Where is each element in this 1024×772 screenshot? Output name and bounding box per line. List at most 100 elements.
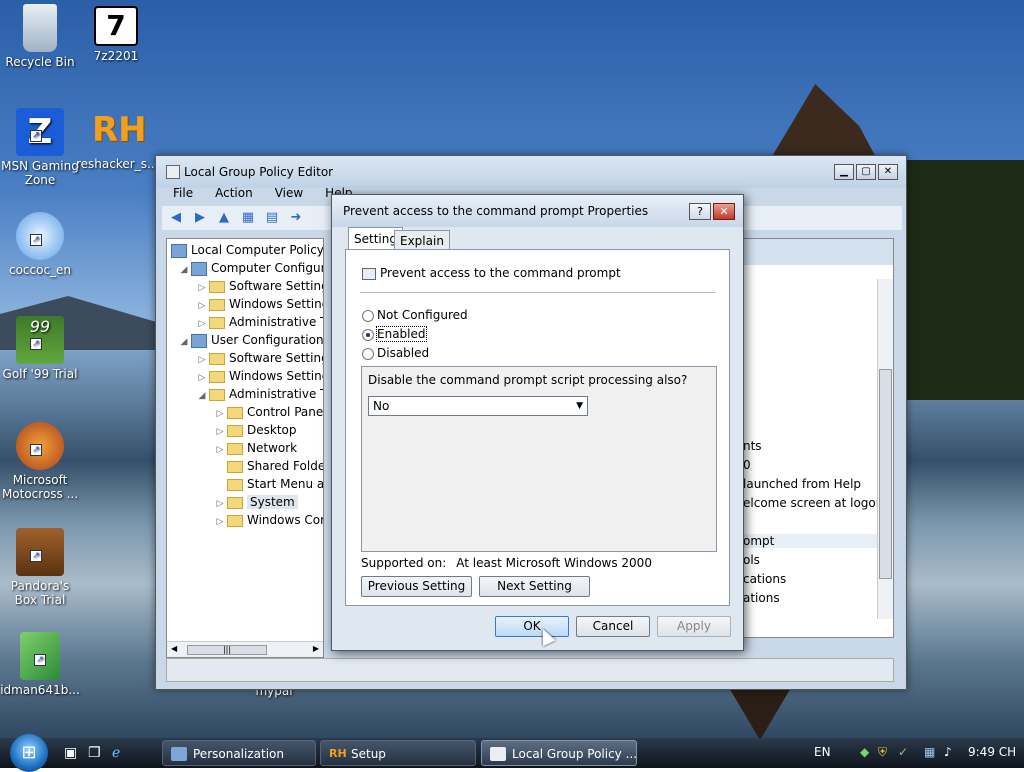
- script-processing-select[interactable]: No ▼: [368, 396, 588, 416]
- recycle-bin-icon: [23, 4, 57, 52]
- expanded-arrow-icon[interactable]: ◢: [195, 387, 209, 405]
- radio-label: Disabled: [377, 346, 430, 360]
- details-item[interactable]: ols: [743, 553, 760, 567]
- maximize-button[interactable]: ▢: [856, 164, 876, 180]
- radio-indicator[interactable]: [362, 347, 374, 360]
- desktop-icon-idman[interactable]: ↗ idman641b...: [0, 632, 80, 697]
- start-button[interactable]: ⊞: [10, 734, 48, 772]
- forward-arrow-icon[interactable]: ▶: [190, 209, 210, 227]
- tree-node[interactable]: Local Computer Policy: [171, 241, 324, 259]
- details-vertical-scrollbar[interactable]: [877, 279, 893, 619]
- tree-node[interactable]: ▷Software Settings: [195, 277, 323, 295]
- folder-icon: [209, 298, 225, 311]
- desktop-icon-golf-99[interactable]: 99 ↗ Golf '99 Trial: [0, 316, 80, 381]
- radio-indicator[interactable]: [362, 328, 374, 341]
- next-setting-button[interactable]: Next Setting: [479, 576, 590, 597]
- folder-icon: [209, 280, 225, 293]
- group-policy-icon: [490, 747, 506, 761]
- network-icon[interactable]: ▦: [924, 745, 935, 759]
- folder-icon: [209, 316, 225, 329]
- scroll-thumb[interactable]: [879, 369, 892, 579]
- radio-label: Enabled: [376, 326, 427, 342]
- tree-node[interactable]: ◢ Computer Configura: [177, 259, 323, 279]
- volume-icon[interactable]: ♪: [944, 745, 952, 759]
- minimize-button[interactable]: ▁: [834, 164, 854, 180]
- expanded-arrow-icon[interactable]: ◢: [177, 333, 191, 351]
- expanded-arrow-icon[interactable]: ◢: [177, 261, 191, 279]
- tree-node[interactable]: ▷Software Settings: [195, 349, 323, 367]
- tree-node[interactable]: ▷ Windows Cor: [213, 511, 323, 531]
- previous-setting-button[interactable]: Previous Setting: [361, 576, 472, 597]
- menu-view[interactable]: View: [264, 184, 314, 202]
- tree-node[interactable]: ▷ Control Panel: [213, 403, 324, 421]
- details-item[interactable]: cations: [743, 572, 786, 586]
- up-folder-icon[interactable]: ▲: [214, 209, 234, 227]
- tree-node[interactable]: ◢ User Configuration: [177, 331, 323, 351]
- tree-node[interactable]: ▷ System: [213, 493, 298, 511]
- show-desktop-icon[interactable]: ▣: [64, 745, 77, 761]
- ok-button[interactable]: OK: [495, 616, 569, 637]
- details-item[interactable]: ations: [743, 591, 780, 605]
- scroll-left-icon[interactable]: ◀: [171, 644, 177, 653]
- desktop-icon-msn-gaming-zone[interactable]: Z↗ MSN Gaming Zone: [0, 108, 80, 187]
- details-item-selected[interactable]: ompt: [743, 534, 883, 548]
- golf-99-icon: 99 ↗: [16, 316, 64, 364]
- radio-enabled[interactable]: Enabled: [362, 326, 427, 342]
- chevron-down-icon[interactable]: ▼: [576, 397, 583, 415]
- dialog-close-button[interactable]: ✕: [713, 203, 735, 220]
- desktop-icon-coccoc[interactable]: ↗ coccoc_en: [0, 212, 80, 277]
- tree-node-label: Local Computer Policy: [191, 243, 324, 257]
- internet-explorer-icon[interactable]: ℯ: [112, 745, 120, 761]
- folder-icon: [227, 478, 243, 491]
- taskbar-button-setup[interactable]: RH Setup: [320, 740, 476, 766]
- desktop-icon-recycle-bin[interactable]: Recycle Bin: [0, 4, 80, 69]
- close-button[interactable]: ✕: [878, 164, 898, 180]
- taskbar-button-group-policy[interactable]: Local Group Policy ...: [481, 740, 637, 766]
- properties-icon[interactable]: ▤: [262, 209, 282, 227]
- radio-disabled[interactable]: Disabled: [362, 346, 429, 360]
- collapsed-arrow-icon[interactable]: ▷: [213, 513, 227, 531]
- scroll-right-icon[interactable]: ▶: [313, 644, 319, 653]
- tree-node[interactable]: ▷ Windows Setting: [195, 295, 323, 313]
- tree-node[interactable]: ▷ Administrative Te: [195, 313, 323, 331]
- tree-node-label: Shared Folder: [247, 459, 324, 473]
- desktop-icon-pandoras-box[interactable]: ↗ Pandora's Box Trial: [0, 528, 80, 607]
- language-indicator[interactable]: EN: [814, 745, 831, 759]
- tab-explain[interactable]: Explain: [394, 230, 450, 250]
- desktop-icon-7z2201[interactable]: 7 7z2201: [76, 6, 156, 63]
- show-hide-tree-icon[interactable]: ▦: [238, 209, 258, 227]
- security-shield-icon[interactable]: ⛨: [878, 745, 887, 760]
- details-item[interactable]: 0: [743, 458, 751, 472]
- tree-node[interactable]: ▷ Windows Setting: [195, 367, 323, 385]
- menu-action[interactable]: Action: [204, 184, 264, 202]
- tree-node-label: Control Panel: [247, 405, 324, 419]
- desktop-icon-motocross[interactable]: ↗ Microsoft Motocross ...: [0, 422, 80, 501]
- folder-icon: [209, 370, 225, 383]
- tree-horizontal-scrollbar[interactable]: ◀ ||| ▶: [167, 641, 323, 657]
- scroll-thumb[interactable]: |||: [187, 645, 267, 655]
- cancel-button[interactable]: Cancel: [576, 616, 650, 637]
- idm-tray-icon[interactable]: ◆: [860, 745, 869, 759]
- tree-node[interactable]: ◢ Administrative Te: [195, 385, 323, 405]
- export-list-icon[interactable]: ➜: [286, 209, 306, 227]
- radio-not-configured[interactable]: Not Configured: [362, 308, 468, 322]
- tree-node[interactable]: Shared Folder: [213, 457, 324, 475]
- back-arrow-icon[interactable]: ◀: [166, 209, 186, 227]
- details-item[interactable]: elcome screen at logon: [743, 496, 883, 510]
- desktop-icon-label: Recycle Bin: [5, 55, 75, 69]
- radio-indicator[interactable]: [362, 309, 374, 322]
- switch-windows-icon[interactable]: ❐: [88, 745, 101, 761]
- details-item[interactable]: nts: [743, 439, 762, 453]
- tree-node[interactable]: Start Menu ar: [213, 475, 323, 493]
- desktop-icon-reshacker[interactable]: RH reshacker_s...: [76, 106, 158, 171]
- details-item[interactable]: launched from Help: [743, 477, 861, 491]
- tree-node[interactable]: ▷ Network: [213, 439, 298, 457]
- taskbar-button-personalization[interactable]: Personalization: [162, 740, 316, 766]
- check-tray-icon[interactable]: ✓: [898, 745, 908, 759]
- help-button[interactable]: ?: [689, 203, 711, 220]
- clock[interactable]: 9:49 CH: [968, 745, 1016, 759]
- tree-node[interactable]: ▷ Desktop: [213, 421, 297, 439]
- menu-file[interactable]: File: [162, 184, 204, 202]
- apply-button[interactable]: Apply: [657, 616, 731, 637]
- dialog-title-bar[interactable]: Prevent access to the command prompt Pro…: [332, 195, 743, 227]
